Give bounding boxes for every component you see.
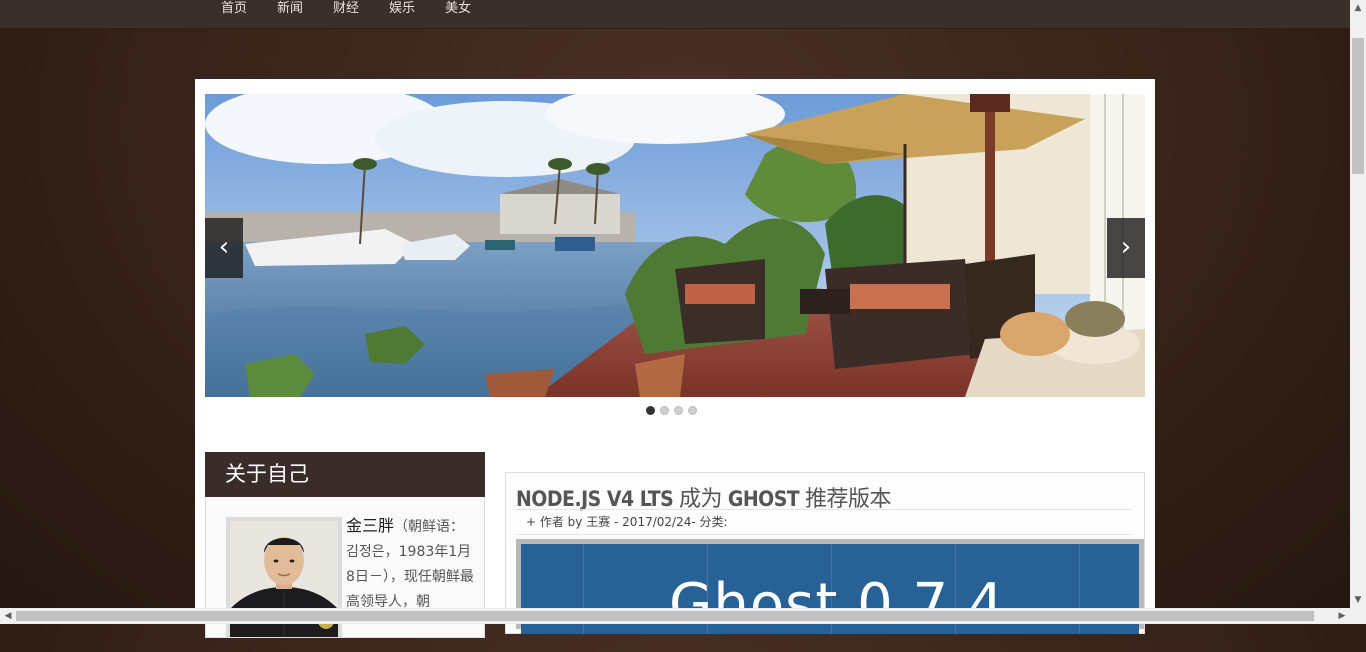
slider-dot[interactable]	[688, 406, 697, 415]
post-title-part: NODE.JS V4 LTS	[516, 487, 674, 511]
post-meta: + 作者 by 王赛 - 2017/02/24- 分类:	[516, 509, 1132, 535]
nav-item-finance[interactable]: 财经	[333, 0, 359, 18]
scroll-down-icon[interactable]: ▼	[1350, 592, 1366, 608]
chevron-right-icon: ›	[1120, 232, 1132, 262]
vertical-scrollbar[interactable]: ▲ ▼	[1350, 0, 1366, 608]
top-navigation: 首页 新闻 财经 娱乐 美女	[0, 0, 1350, 29]
main-container: ‹ › 关于自己 金三胖（朝鲜语：김정은，1983年1月8日－），现任朝鲜最高领…	[195, 79, 1155, 638]
nav-menu: 首页 新闻 财经 娱乐 美女	[221, 0, 501, 18]
author-name: 金三胖	[346, 516, 395, 535]
sidebar-title: 关于自己	[205, 452, 485, 497]
post-image-text: Ghost 0.7.4	[669, 572, 1005, 634]
nav-item-news[interactable]: 新闻	[277, 0, 303, 18]
vertical-scroll-thumb[interactable]	[1352, 38, 1364, 174]
slider-dot[interactable]	[660, 406, 669, 415]
slider-dot[interactable]	[674, 406, 683, 415]
horizontal-scrollbar[interactable]: ◀ ▶	[0, 608, 1366, 624]
slider-dot[interactable]	[646, 406, 655, 415]
slider-pagination	[646, 406, 702, 415]
slider-prev-button[interactable]: ‹	[205, 218, 243, 278]
scroll-right-icon[interactable]: ▶	[1334, 608, 1350, 624]
slide-image	[205, 94, 1145, 397]
nav-item-entertainment[interactable]: 娱乐	[389, 0, 415, 18]
slider-next-button[interactable]: ›	[1107, 218, 1145, 278]
nav-item-beauty[interactable]: 美女	[445, 0, 471, 18]
image-slider[interactable]: ‹ ›	[205, 94, 1145, 397]
scroll-left-icon[interactable]: ◀	[0, 608, 16, 624]
post-title-part: GHOST	[727, 487, 800, 511]
sidebar-bio: 金三胖（朝鲜语：김정은，1983年1月8日－），现任朝鲜最高领导人，朝	[346, 513, 476, 615]
scroll-up-icon[interactable]: ▲	[1350, 0, 1366, 16]
chevron-left-icon: ‹	[218, 232, 230, 262]
horizontal-scroll-thumb[interactable]	[16, 611, 1314, 621]
nav-item-home[interactable]: 首页	[221, 0, 247, 18]
